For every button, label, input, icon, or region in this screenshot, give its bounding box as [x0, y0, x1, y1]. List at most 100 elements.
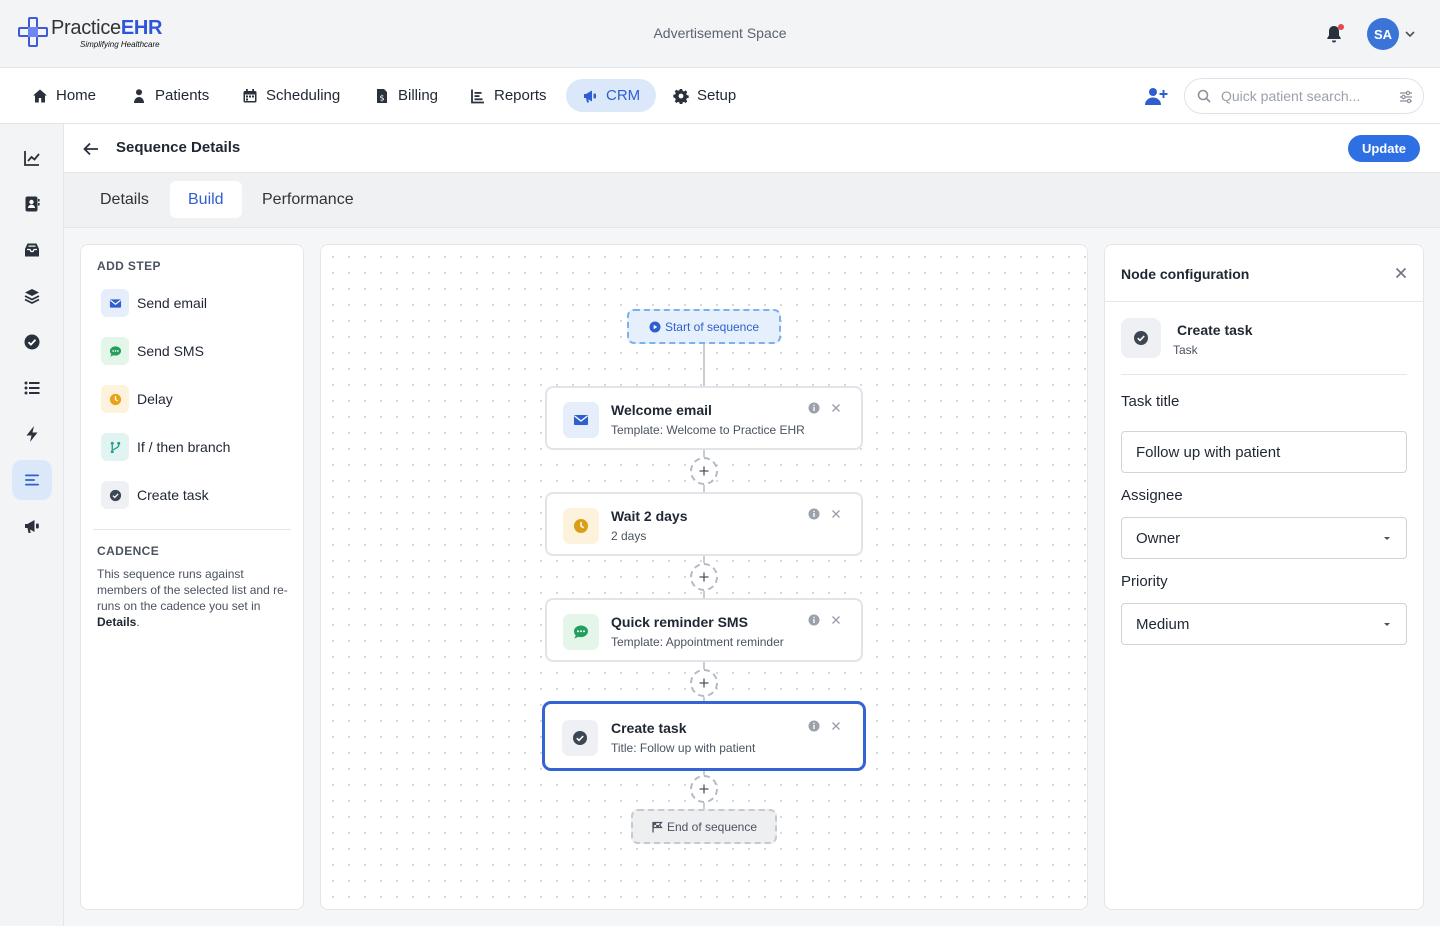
close-icon[interactable] [831, 615, 841, 625]
node-configuration-panel: Node configuration Create task Task Task… [1104, 244, 1424, 910]
nav-label: Billing [398, 87, 439, 104]
cadence-description: This sequence runs against members of th… [97, 567, 288, 629]
layers-icon [24, 289, 40, 305]
rail-sequences[interactable] [12, 460, 52, 500]
info-icon[interactable] [808, 614, 820, 626]
plus-icon [699, 466, 709, 476]
rail-inbox[interactable] [12, 230, 52, 270]
nav-scheduling[interactable]: Scheduling [226, 79, 356, 112]
step-send-email[interactable]: Send email [101, 289, 207, 317]
gear-icon [673, 88, 689, 104]
lightning-icon [26, 426, 38, 442]
step-delay[interactable]: Delay [101, 385, 173, 413]
cadence-heading: CADENCE [97, 544, 160, 558]
config-node-type: Task [1173, 343, 1198, 357]
list-icon [24, 381, 40, 395]
inbox-icon [25, 243, 39, 257]
add-step-button[interactable] [690, 457, 718, 485]
start-of-sequence: Start of sequence [627, 309, 781, 344]
rail-lists[interactable] [12, 368, 52, 408]
close-icon[interactable] [1395, 267, 1407, 279]
plus-icon [699, 572, 709, 582]
priority-value: Medium [1136, 615, 1190, 633]
search-input[interactable] [1221, 88, 1391, 104]
add-step-button[interactable] [690, 775, 718, 803]
rail-layers[interactable] [12, 276, 52, 316]
divider [1121, 374, 1407, 375]
top-bar: PracticeEHR Simplifying Healthcare Adver… [0, 0, 1440, 68]
assignee-select[interactable]: Owner [1121, 517, 1407, 559]
node-wait-2-days[interactable]: Wait 2 days 2 days [545, 492, 863, 556]
task-title-input[interactable] [1121, 431, 1407, 473]
left-rail [0, 124, 64, 926]
step-send-sms[interactable]: Send SMS [101, 337, 204, 365]
info-icon[interactable] [808, 402, 820, 414]
nav-billing[interactable]: $ Billing [358, 79, 454, 112]
nav-home[interactable]: Home [16, 79, 112, 112]
add-user-icon[interactable] [1144, 86, 1168, 106]
svg-text:$: $ [379, 93, 384, 102]
check-circle-icon [573, 731, 587, 745]
clock-icon [109, 393, 121, 405]
filter-sliders-icon[interactable] [1399, 90, 1413, 104]
add-step-panel: ADD STEP Send email Send SMS Delay If / … [80, 244, 304, 910]
node-subtitle: Template: Welcome to Practice EHR [611, 423, 805, 437]
user-avatar[interactable]: SA [1367, 18, 1399, 50]
end-of-sequence: End of sequence [631, 809, 777, 844]
nav-label: CRM [606, 87, 641, 104]
divider [1105, 301, 1423, 302]
billing-icon: $ [377, 88, 387, 103]
connector-line [703, 344, 705, 387]
check-circle-icon [1134, 331, 1148, 345]
config-node-title: Create task [1177, 322, 1253, 338]
divider [93, 529, 291, 530]
plus-icon [699, 678, 709, 688]
rail-analytics[interactable] [12, 138, 52, 178]
step-label: Send SMS [137, 343, 204, 359]
nav-label: Home [56, 87, 97, 104]
step-create-task[interactable]: Create task [101, 481, 209, 509]
back-arrow-icon[interactable] [82, 140, 100, 158]
close-icon[interactable] [831, 721, 841, 731]
info-icon[interactable] [808, 720, 820, 732]
rail-automations[interactable] [12, 414, 52, 454]
nav-setup[interactable]: Setup [657, 79, 752, 112]
rail-contacts[interactable] [12, 184, 52, 224]
contacts-icon [25, 196, 40, 212]
nav-patients[interactable]: Patients [115, 79, 225, 112]
rail-campaigns[interactable] [12, 506, 52, 546]
sequence-icon [25, 474, 39, 486]
notification-dot [1338, 24, 1344, 30]
close-icon[interactable] [831, 403, 841, 413]
tab-details[interactable]: Details [82, 181, 167, 218]
node-title: Welcome email [611, 402, 712, 418]
rail-tasks[interactable] [12, 322, 52, 362]
nav-label: Scheduling [266, 87, 341, 104]
close-icon[interactable] [831, 509, 841, 519]
assignee-label: Assignee [1121, 487, 1183, 504]
node-quick-reminder-sms[interactable]: Quick reminder SMS Template: Appointment… [545, 598, 863, 662]
node-subtitle: Template: Appointment reminder [611, 635, 784, 649]
add-step-button[interactable] [690, 563, 718, 591]
add-step-button[interactable] [690, 669, 718, 697]
node-title: Quick reminder SMS [611, 614, 748, 630]
megaphone-icon [25, 520, 39, 533]
priority-select[interactable]: Medium [1121, 603, 1407, 645]
tab-build[interactable]: Build [170, 181, 242, 218]
step-if-then-branch[interactable]: If / then branch [101, 433, 230, 461]
main-nav: Home Patients Scheduling $ Billing Repor… [0, 68, 1440, 124]
update-button[interactable]: Update [1348, 135, 1420, 162]
info-icon[interactable] [808, 508, 820, 520]
nav-crm[interactable]: CRM [566, 79, 657, 112]
nav-reports[interactable]: Reports [454, 79, 563, 112]
node-subtitle: 2 days [611, 529, 647, 543]
quick-patient-search[interactable] [1184, 78, 1424, 114]
clock-icon [574, 519, 588, 533]
chevron-down-icon[interactable] [1404, 28, 1416, 40]
caret-down-icon [1384, 623, 1390, 626]
node-create-task[interactable]: Create task Title: Follow up with patien… [543, 702, 865, 770]
tab-performance[interactable]: Performance [244, 181, 372, 218]
calendar-icon [243, 88, 257, 102]
page-title: Sequence Details [116, 139, 241, 156]
node-welcome-email[interactable]: Welcome email Template: Welcome to Pract… [545, 386, 863, 450]
